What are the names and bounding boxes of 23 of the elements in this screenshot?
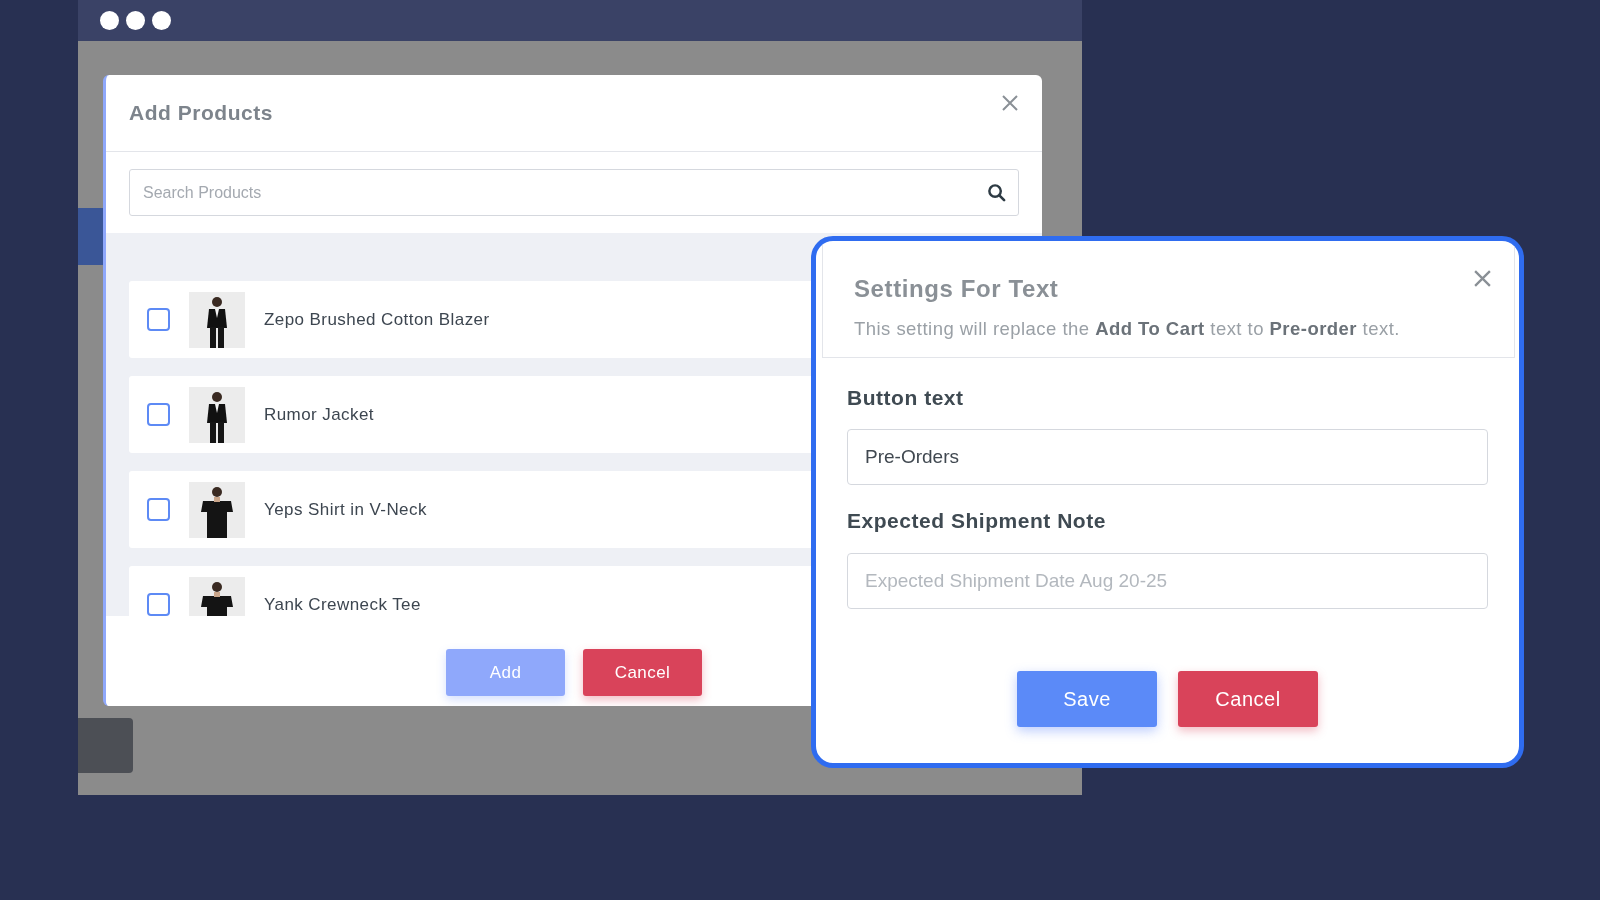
window-control-icon[interactable] — [100, 11, 119, 30]
checkbox[interactable] — [147, 593, 170, 616]
text-field[interactable]: Pre-Orders — [847, 429, 1488, 486]
close-icon[interactable] — [1473, 269, 1492, 288]
sidebar-block — [78, 718, 133, 773]
close-icon[interactable] — [1001, 94, 1019, 112]
checkbox[interactable] — [147, 498, 170, 521]
window-control-icon[interactable] — [152, 11, 171, 30]
sidebar-highlight — [78, 208, 104, 265]
checkbox[interactable] — [147, 308, 170, 331]
search-icon[interactable] — [987, 183, 1006, 202]
product-name: Yeps Shirt in V-Neck — [264, 498, 427, 521]
dialog-title: Add Products — [129, 100, 273, 127]
product-name: Yank Crewneck Tee — [264, 593, 421, 616]
product-name: Zepo Brushed Cotton Blazer — [264, 308, 490, 331]
checkbox[interactable] — [147, 403, 170, 426]
cancel-button[interactable]: Cancel — [1178, 670, 1318, 727]
text-field[interactable]: Expected Shipment Date Aug 20-25 — [847, 552, 1488, 609]
product-name: Rumor Jacket — [264, 403, 374, 426]
window-control-icon[interactable] — [126, 11, 145, 30]
cancel-button[interactable]: Cancel — [583, 649, 702, 696]
search-field[interactable]: Search Products — [129, 169, 1019, 216]
field-label: Button text — [847, 384, 965, 411]
